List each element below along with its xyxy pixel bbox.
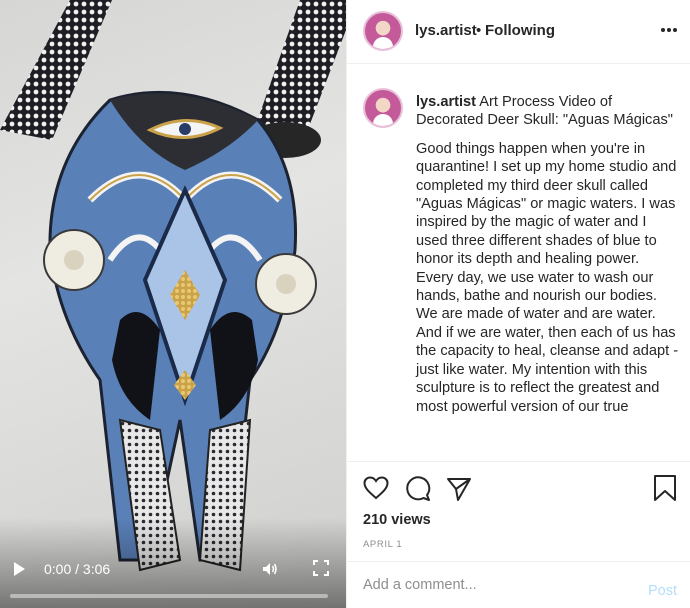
video-progress-bar[interactable]: [10, 594, 328, 598]
caption-body: Good things happen when you're in quaran…: [416, 140, 679, 415]
volume-icon: [263, 563, 277, 575]
video-player[interactable]: 0:00 / 3:06: [0, 0, 346, 608]
post-date[interactable]: APRIL 1: [363, 539, 402, 550]
more-options-button[interactable]: [659, 20, 679, 40]
like-button[interactable]: [363, 476, 389, 500]
heart-icon: [363, 476, 389, 500]
separator-dot: •: [476, 22, 482, 39]
save-button[interactable]: [653, 474, 677, 502]
following-button[interactable]: Following: [485, 22, 555, 39]
post-button[interactable]: Post: [648, 583, 677, 599]
bookmark-icon: [654, 475, 676, 501]
play-icon: [14, 562, 25, 576]
more-options-icon: [661, 28, 677, 32]
video-time: 0:00 / 3:06: [44, 561, 111, 577]
caption-username[interactable]: lys.artist: [416, 94, 476, 110]
share-button[interactable]: [446, 476, 472, 502]
comment-button[interactable]: [405, 476, 431, 502]
fullscreen-button[interactable]: [313, 560, 329, 576]
avatar[interactable]: [363, 11, 403, 51]
post-header: lys.artist • Following: [347, 0, 690, 64]
deer-skull-artwork: [0, 0, 346, 572]
view-count[interactable]: 210 views: [363, 512, 431, 528]
action-bar: 210 views APRIL 1: [347, 461, 690, 561]
caption: lys.artist Art Process Video of Decorate…: [416, 93, 680, 416]
caption-section: lys.artist Art Process Video of Decorate…: [347, 65, 690, 461]
header-username[interactable]: lys.artist: [415, 22, 477, 39]
comment-input[interactable]: [363, 574, 633, 596]
add-comment-bar: Post: [347, 561, 690, 608]
comment-icon: [406, 476, 431, 501]
share-icon: [447, 478, 471, 501]
play-button[interactable]: [10, 560, 28, 578]
post-panel: lys.artist • Following lys.artist Art Pr…: [346, 0, 690, 608]
fullscreen-icon: [313, 560, 329, 576]
volume-button[interactable]: [261, 560, 279, 578]
caption-avatar[interactable]: [363, 88, 403, 128]
